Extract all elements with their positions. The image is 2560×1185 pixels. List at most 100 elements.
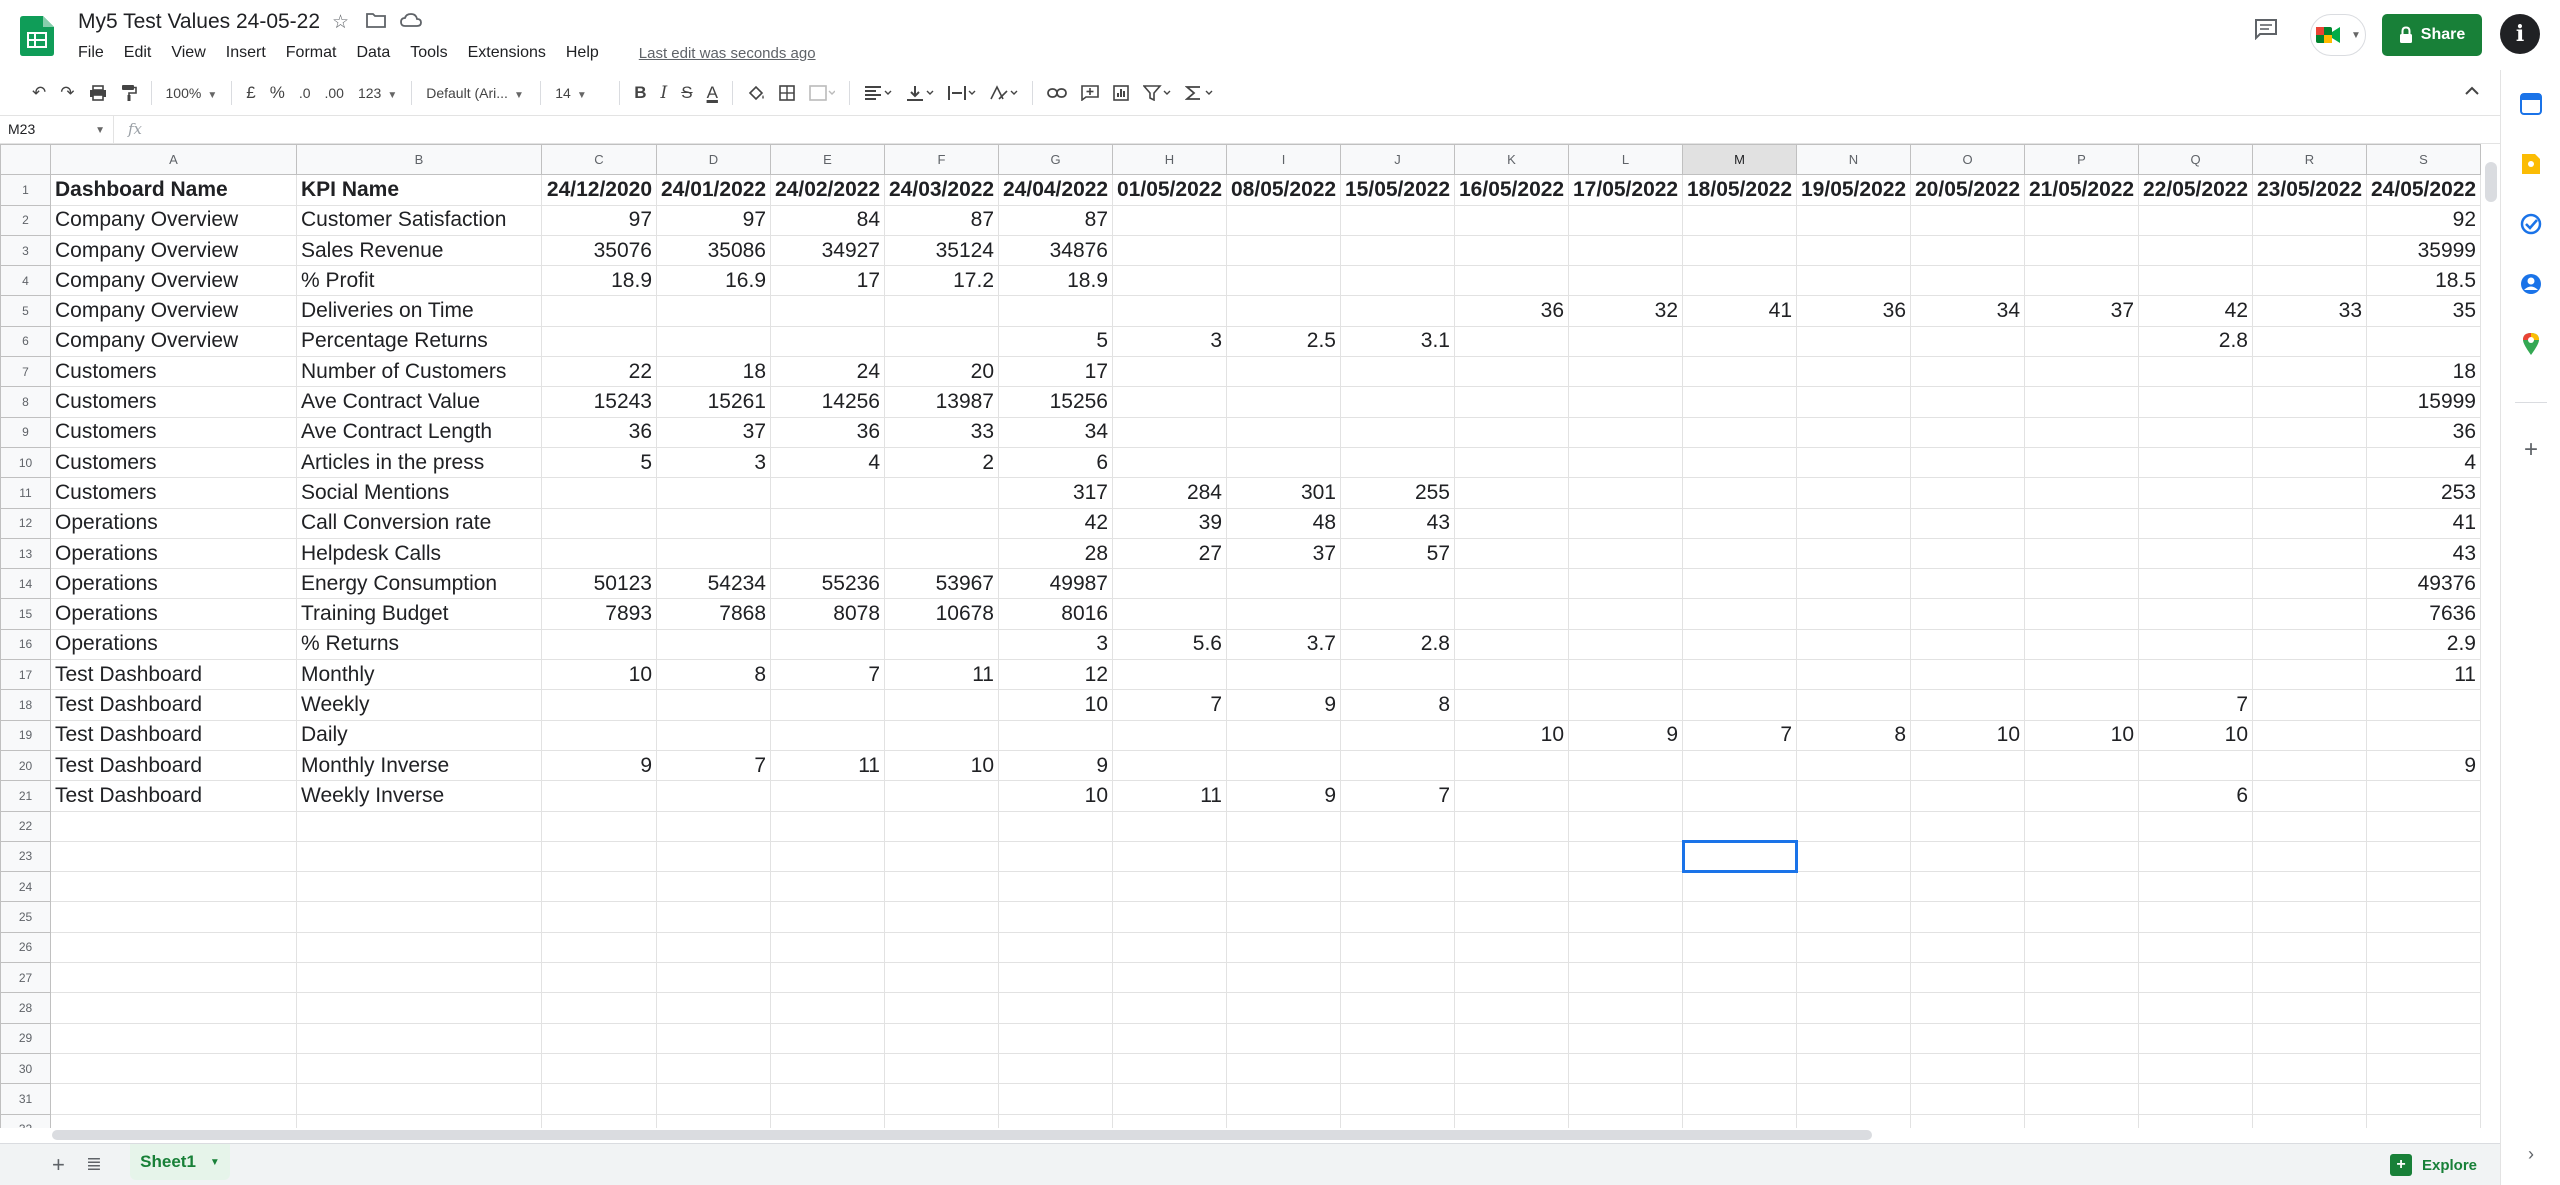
- cell[interactable]: [884, 992, 999, 1024]
- cell[interactable]: [2366, 719, 2481, 751]
- cell[interactable]: 10: [2024, 719, 2139, 751]
- cell[interactable]: 14256: [770, 386, 885, 418]
- cell[interactable]: [1910, 1083, 2025, 1115]
- cell[interactable]: [1910, 840, 2025, 873]
- all-sheets-icon[interactable]: ≣: [86, 1153, 102, 1176]
- cell[interactable]: [1910, 749, 2025, 782]
- cell[interactable]: [2138, 204, 2253, 236]
- menu-extensions[interactable]: Extensions: [468, 44, 546, 62]
- cell[interactable]: [541, 962, 657, 994]
- cell[interactable]: [1454, 962, 1569, 994]
- column-header[interactable]: P: [2024, 144, 2139, 176]
- cell[interactable]: 34: [998, 416, 1113, 448]
- cell[interactable]: [50, 1052, 297, 1085]
- explore-button[interactable]: + Explore: [2390, 1150, 2477, 1180]
- cell[interactable]: [2024, 1113, 2139, 1128]
- cell[interactable]: [296, 1083, 542, 1115]
- cell[interactable]: 9: [541, 749, 657, 782]
- cell[interactable]: [1682, 416, 1797, 448]
- column-header[interactable]: E: [770, 144, 885, 176]
- cell[interactable]: [541, 780, 657, 812]
- cell[interactable]: [1910, 234, 2025, 267]
- cell[interactable]: [1682, 477, 1797, 509]
- cell[interactable]: [1682, 356, 1797, 388]
- cell[interactable]: 27: [1112, 537, 1227, 570]
- sheet-tab[interactable]: Sheet1 ▼: [130, 1144, 230, 1180]
- cell[interactable]: [1112, 1052, 1227, 1085]
- cell[interactable]: [50, 840, 297, 873]
- strikethrough-icon[interactable]: S: [681, 83, 692, 103]
- cell[interactable]: 15/05/2022: [1340, 174, 1455, 206]
- cell[interactable]: [1796, 810, 1911, 842]
- cell[interactable]: Test Dashboard: [50, 749, 297, 782]
- cell[interactable]: [2366, 840, 2481, 873]
- cell[interactable]: [1682, 204, 1797, 236]
- cell[interactable]: [1340, 659, 1455, 691]
- cell[interactable]: [1796, 1052, 1911, 1085]
- cell[interactable]: [1910, 204, 2025, 236]
- cell[interactable]: 10: [541, 659, 657, 691]
- cell[interactable]: Weekly: [296, 689, 542, 721]
- cell[interactable]: [296, 962, 542, 994]
- row-header[interactable]: 22: [0, 810, 51, 842]
- cell[interactable]: [1796, 204, 1911, 236]
- cell[interactable]: [1568, 1022, 1683, 1054]
- cell[interactable]: [2138, 628, 2253, 661]
- cell[interactable]: [1340, 265, 1455, 297]
- cell[interactable]: 9: [998, 749, 1113, 782]
- cell[interactable]: [2366, 992, 2481, 1024]
- cell[interactable]: [1568, 1113, 1683, 1128]
- cell[interactable]: [1454, 598, 1569, 630]
- cell[interactable]: Test Dashboard: [50, 689, 297, 721]
- cell[interactable]: [2252, 628, 2367, 661]
- cell[interactable]: [1910, 325, 2025, 358]
- cell[interactable]: [1568, 962, 1683, 994]
- cell[interactable]: [1226, 931, 1341, 964]
- cell[interactable]: [1454, 931, 1569, 964]
- cell[interactable]: 9: [2366, 749, 2481, 782]
- more-formats-select[interactable]: 123 ▼: [358, 85, 397, 101]
- cell[interactable]: 15243: [541, 386, 657, 418]
- last-edit-link[interactable]: Last edit was seconds ago: [639, 45, 816, 62]
- cell[interactable]: 41: [1682, 295, 1797, 327]
- row-header[interactable]: 19: [0, 719, 51, 751]
- cell[interactable]: Operations: [50, 568, 297, 600]
- cell[interactable]: 9: [1226, 689, 1341, 721]
- cell[interactable]: Ave Contract Value: [296, 386, 542, 418]
- cell[interactable]: [2138, 477, 2253, 509]
- cell[interactable]: [1226, 810, 1341, 842]
- cell[interactable]: [1681, 840, 1798, 873]
- currency-format-button[interactable]: £: [246, 83, 255, 103]
- row-header[interactable]: 18: [0, 689, 51, 721]
- cell[interactable]: [50, 871, 297, 903]
- cell[interactable]: [1682, 325, 1797, 358]
- cell[interactable]: [2138, 659, 2253, 691]
- cell[interactable]: [2366, 1022, 2481, 1054]
- print-icon[interactable]: [89, 84, 107, 101]
- cell[interactable]: [770, 992, 885, 1024]
- cell[interactable]: 10: [998, 780, 1113, 812]
- cell[interactable]: [2252, 962, 2367, 994]
- cell[interactable]: Customers: [50, 446, 297, 479]
- account-avatar[interactable]: i: [2500, 14, 2540, 54]
- cell[interactable]: [2366, 1083, 2481, 1115]
- cell[interactable]: [1340, 992, 1455, 1024]
- row-header[interactable]: 24: [0, 871, 51, 903]
- cell[interactable]: [1910, 446, 2025, 479]
- cell[interactable]: Monthly: [296, 659, 542, 691]
- cell[interactable]: [770, 1083, 885, 1115]
- calendar-icon[interactable]: [2519, 92, 2543, 116]
- cell[interactable]: [1112, 265, 1227, 297]
- cell[interactable]: [541, 901, 657, 933]
- cell[interactable]: [2366, 1052, 2481, 1085]
- cell[interactable]: [2024, 1083, 2139, 1115]
- cell[interactable]: [1226, 356, 1341, 388]
- cell[interactable]: [770, 810, 885, 842]
- cell[interactable]: [1340, 295, 1455, 327]
- menu-insert[interactable]: Insert: [226, 44, 266, 62]
- cell[interactable]: [1568, 446, 1683, 479]
- cell[interactable]: 08/05/2022: [1226, 174, 1341, 206]
- cell[interactable]: [884, 840, 999, 873]
- row-header[interactable]: 16: [0, 628, 51, 661]
- cell[interactable]: [1454, 628, 1569, 661]
